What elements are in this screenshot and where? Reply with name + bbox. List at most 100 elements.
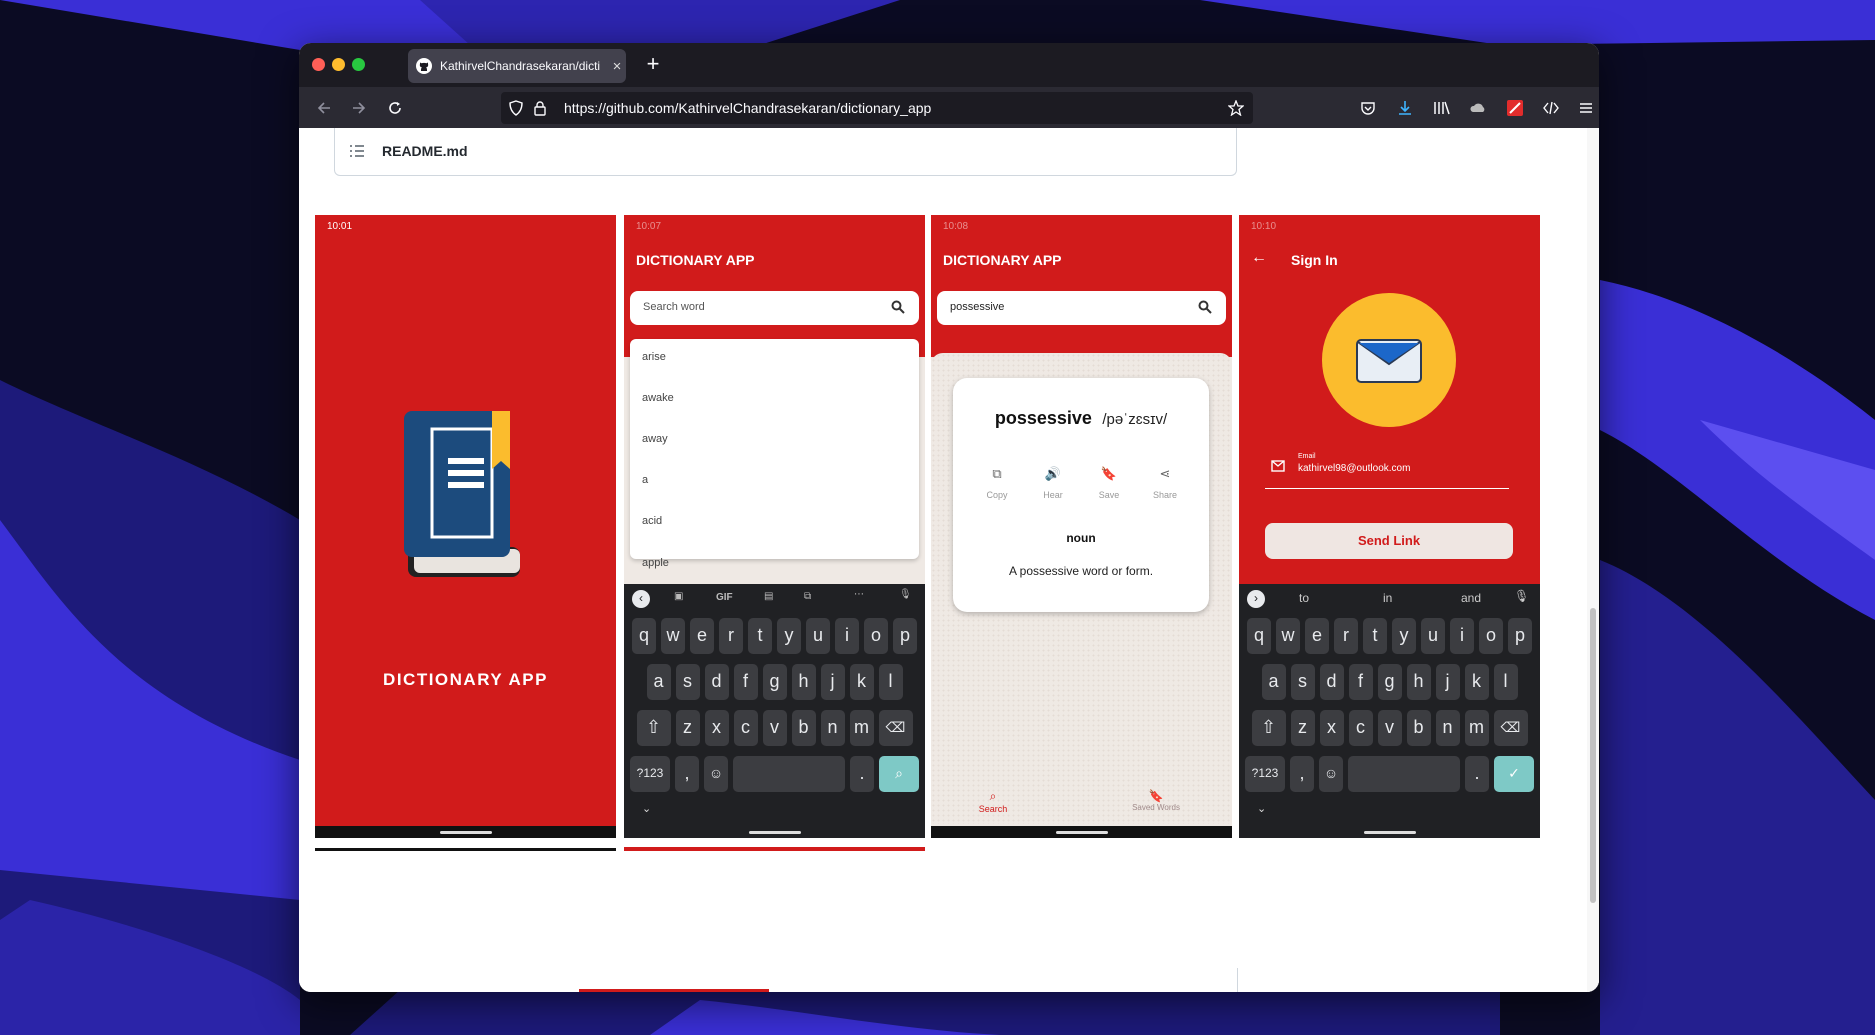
key[interactable]: k: [1464, 664, 1489, 700]
key[interactable]: p: [893, 618, 917, 654]
list-item[interactable]: apple: [642, 557, 669, 569]
chevron-left-icon[interactable]: ‹: [632, 590, 650, 608]
key[interactable]: j: [1435, 664, 1460, 700]
done-key[interactable]: ✓: [1494, 756, 1534, 792]
forward-button[interactable]: [346, 95, 372, 121]
key[interactable]: m: [849, 710, 874, 746]
gif-button[interactable]: GIF: [716, 592, 733, 603]
url-bar[interactable]: https://github.com/KathirvelChandrasekar…: [501, 92, 1253, 124]
key[interactable]: l: [1493, 664, 1518, 700]
emoji-key[interactable]: ☺: [704, 756, 728, 792]
key[interactable]: q: [632, 618, 656, 654]
key[interactable]: s: [1290, 664, 1315, 700]
key[interactable]: c: [1348, 710, 1373, 746]
suggestion-word[interactable]: in: [1383, 591, 1392, 605]
period-key[interactable]: .: [1465, 756, 1489, 792]
library-icon[interactable]: [1429, 95, 1455, 121]
shift-key[interactable]: ⇧: [1251, 710, 1286, 746]
menu-hamburger-icon[interactable]: [1573, 95, 1599, 121]
reload-button[interactable]: [382, 95, 408, 121]
key[interactable]: m: [1464, 710, 1489, 746]
chevron-down-icon[interactable]: ⌄: [642, 802, 651, 815]
key[interactable]: x: [704, 710, 729, 746]
key[interactable]: h: [1406, 664, 1431, 700]
backspace-key[interactable]: ⌫: [878, 710, 913, 746]
key[interactable]: w: [661, 618, 685, 654]
minimize-window-button[interactable]: [332, 58, 345, 71]
list-item[interactable]: acid: [642, 515, 662, 527]
key[interactable]: u: [806, 618, 830, 654]
search-icon[interactable]: [1198, 300, 1212, 317]
key[interactable]: g: [1377, 664, 1402, 700]
key[interactable]: y: [1392, 618, 1416, 654]
list-item[interactable]: awake: [642, 392, 674, 404]
list-item[interactable]: arise: [642, 351, 666, 363]
key[interactable]: s: [675, 664, 700, 700]
key[interactable]: r: [719, 618, 743, 654]
key[interactable]: n: [820, 710, 845, 746]
back-arrow-icon[interactable]: ←: [1251, 249, 1267, 267]
key[interactable]: r: [1334, 618, 1358, 654]
extension-cloud-icon[interactable]: [1465, 95, 1491, 121]
zoom-window-button[interactable]: [352, 58, 365, 71]
hear-button[interactable]: 🔊 Hear: [1037, 466, 1069, 500]
comma-key[interactable]: ,: [1290, 756, 1314, 792]
more-icon[interactable]: ⋯: [854, 589, 864, 600]
key[interactable]: e: [1305, 618, 1329, 654]
key[interactable]: v: [762, 710, 787, 746]
key[interactable]: l: [878, 664, 903, 700]
key[interactable]: i: [1450, 618, 1474, 654]
key[interactable]: d: [1319, 664, 1344, 700]
copy-button[interactable]: ⧉ Copy: [981, 466, 1013, 500]
lock-icon[interactable]: [533, 100, 547, 121]
search-icon[interactable]: [891, 300, 905, 317]
list-icon[interactable]: [349, 144, 365, 163]
key[interactable]: a: [646, 664, 671, 700]
key[interactable]: o: [864, 618, 888, 654]
symbols-key[interactable]: ?123: [630, 756, 670, 792]
key[interactable]: q: [1247, 618, 1271, 654]
key[interactable]: u: [1421, 618, 1445, 654]
key[interactable]: b: [1406, 710, 1431, 746]
mic-icon[interactable]: 🎙: [1514, 589, 1529, 603]
translate-icon[interactable]: ⧉: [804, 591, 811, 602]
shift-key[interactable]: ⇧: [636, 710, 671, 746]
nav-saved-words[interactable]: 🔖 Saved Words: [1121, 789, 1191, 812]
key[interactable]: t: [748, 618, 772, 654]
nav-search[interactable]: ⌕ Search: [971, 789, 1015, 814]
email-field[interactable]: Email kathirvel98@outlook.com: [1265, 453, 1509, 489]
key[interactable]: d: [704, 664, 729, 700]
close-tab-icon[interactable]: ×: [608, 58, 626, 75]
chevron-down-icon[interactable]: ⌄: [1257, 802, 1266, 815]
list-item[interactable]: away: [642, 433, 668, 445]
search-key[interactable]: ⌕: [879, 756, 919, 792]
clipboard-icon[interactable]: ▤: [764, 591, 773, 602]
key[interactable]: b: [791, 710, 816, 746]
key[interactable]: v: [1377, 710, 1402, 746]
devtools-icon[interactable]: [1538, 95, 1564, 121]
key[interactable]: o: [1479, 618, 1503, 654]
emoji-key[interactable]: ☺: [1319, 756, 1343, 792]
suggestion-word[interactable]: and: [1461, 591, 1481, 605]
key[interactable]: p: [1508, 618, 1532, 654]
download-icon[interactable]: [1392, 95, 1418, 121]
new-tab-button[interactable]: +: [639, 51, 667, 79]
search-input[interactable]: Search word: [630, 291, 919, 325]
extension-red-icon[interactable]: [1502, 95, 1528, 121]
key[interactable]: f: [733, 664, 758, 700]
key[interactable]: e: [690, 618, 714, 654]
sticker-icon[interactable]: ▣: [674, 591, 683, 602]
symbols-key[interactable]: ?123: [1245, 756, 1285, 792]
bookmark-star-icon[interactable]: [1227, 99, 1245, 121]
key[interactable]: x: [1319, 710, 1344, 746]
space-key[interactable]: [733, 756, 845, 792]
page-scrollbar[interactable]: [1587, 128, 1599, 992]
key[interactable]: a: [1261, 664, 1286, 700]
key[interactable]: n: [1435, 710, 1460, 746]
close-window-button[interactable]: [312, 58, 325, 71]
period-key[interactable]: .: [850, 756, 874, 792]
space-key[interactable]: [1348, 756, 1460, 792]
pocket-icon[interactable]: [1355, 95, 1381, 121]
shield-icon[interactable]: [508, 100, 524, 121]
comma-key[interactable]: ,: [675, 756, 699, 792]
